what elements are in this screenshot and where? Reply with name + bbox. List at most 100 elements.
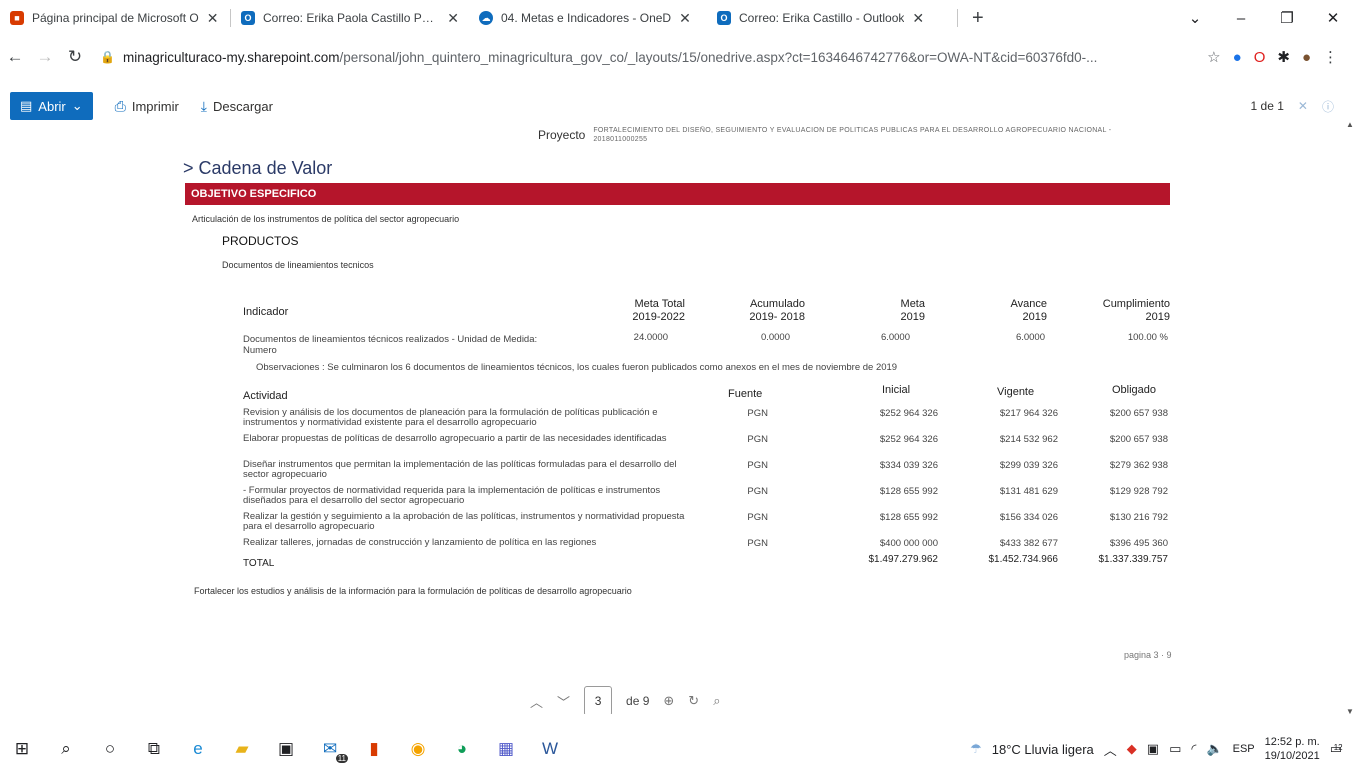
chrome-icon[interactable]: ◕ [440,727,484,771]
section-title: > Cadena de Valor [183,158,333,178]
page-total: de 9 [626,694,650,708]
activity-fuente: PGN [747,486,768,497]
store-icon[interactable]: ▣ [264,727,308,771]
url-field[interactable]: 🔒 minagriculturaco-my.sharepoint.com/per… [90,50,1197,65]
activity-obligado: $130 216 792 [1109,512,1168,523]
bookmark-star-icon[interactable]: ☆ [1207,48,1220,66]
previous-page-icon[interactable]: ︿ [530,692,543,711]
office-icon[interactable]: ▮ [352,727,396,771]
download-button[interactable]: ⤓ Descargar [201,98,273,115]
notifications-icon[interactable]: ▭ 12 [1330,741,1343,757]
outlook-icon: O [241,11,255,25]
activity-vigente: $217 964 326 [999,408,1058,419]
open-button-label: Abrir [38,98,66,114]
minimize-button[interactable]: – [1218,10,1264,27]
avance-value: 6.0000 [1015,332,1045,343]
tab-separator [957,9,958,27]
tab-search-icon[interactable]: ⌄ [1172,9,1218,27]
show-hidden-icons-icon[interactable]: ︿ [1104,740,1117,759]
windows-start-icon[interactable]: ⊞ [0,727,44,771]
products-header: PRODUCTOS [222,234,299,248]
url-path: /personal/john_quintero_minagricultura_g… [339,49,1098,65]
file-explorer-icon[interactable]: ▰ [220,727,264,771]
page-navigator: ︿ ﹀ 3 de 9 ⊕ ↻ ⌕ [530,684,720,714]
mail-icon[interactable]: ✉ 11 [308,727,352,771]
print-button[interactable]: ⎙ Imprimir [115,98,179,115]
extensions-puzzle-icon[interactable]: ✱ [1277,48,1290,66]
profile-avatar-icon[interactable]: ● [1302,49,1311,66]
activity-fuente: PGN [747,434,768,445]
file-icon: ▤ [20,98,33,113]
word-icon[interactable]: W [528,727,572,771]
page-number-input[interactable]: 3 [584,686,613,714]
activity-obligado: $200 657 938 [1109,434,1168,445]
lock-icon[interactable]: 🔒 [100,50,115,64]
windows-taskbar: ⊞ ⌕ ○ ⧉ e ▰ ▣ ✉ 11 ▮ ◉ ◕ ▦ W ☂ 18°C Lluvi… [0,727,1356,771]
tab-outlook-2[interactable]: O Correo: Erika Castillo - Outlook ✕ [707,0,957,36]
tray-app-icon[interactable]: ◆ [1127,741,1137,757]
cortana-icon[interactable]: ○ [88,727,132,771]
close-viewer-icon[interactable]: ✕ [1298,99,1308,113]
tray-app-icon[interactable]: ▣ [1147,741,1159,757]
volume-icon[interactable]: 🔈 [1206,741,1222,757]
rotate-icon[interactable]: ↻ [688,693,699,709]
project-value: FORTALECIMIENTO DEL DISEÑO, SEGUIMIENTO … [593,127,1112,143]
search-icon[interactable]: ⌕ [44,727,88,771]
browser-menu-icon[interactable]: ⋮ [1323,48,1338,66]
new-tab-button[interactable]: + [972,7,984,30]
close-window-button[interactable]: ✕ [1310,9,1356,27]
close-tab-icon[interactable]: ✕ [912,10,924,27]
browser-tab-strip: ■ Página principal de Microsoft O ✕ O Co… [0,0,1356,36]
cumplimiento-header: Cumplimiento 2019 [1102,298,1170,323]
vigente-header: Vigente [997,386,1035,398]
wifi-icon[interactable]: ◜ [1191,741,1196,757]
language-indicator[interactable]: ESP [1233,743,1255,755]
teams-icon[interactable]: ▦ [484,727,528,771]
tab-outlook-1[interactable]: O Correo: Erika Paola Castillo Peral ✕ [231,0,469,36]
reload-button[interactable]: ↻ [60,47,90,67]
activity-vigente: $299 039 326 [999,460,1058,471]
meta-total-header: Meta Total 2019-2022 [632,298,685,323]
download-label: Descargar [213,98,273,114]
edge-icon[interactable]: e [176,727,220,771]
next-page-icon[interactable]: ﹀ [557,692,570,711]
tab-onedrive[interactable]: ☁ 04. Metas e Indicadores - OneD ✕ [469,0,707,36]
open-button[interactable]: ▤ Abrir ⌄ [10,92,93,120]
close-tab-icon[interactable]: ✕ [447,10,459,27]
activity-description: - Formular proyectos de normatividad req… [243,485,661,506]
extension-blue-icon[interactable]: ● [1233,49,1242,66]
scroll-up-icon[interactable]: ▲ [1346,120,1354,129]
total-label: TOTAL [243,558,275,569]
tab-title: Correo: Erika Paola Castillo Peral [263,11,440,25]
info-icon[interactable]: ⓘ [1322,98,1334,115]
clock[interactable]: 12:52 p. m. 19/10/2021 [1265,735,1320,763]
activity-inicial: $252 964 326 [879,434,938,445]
scroll-down-icon[interactable]: ▼ [1346,707,1354,716]
observations-text: Observaciones : Se culminaron los 6 docu… [256,362,898,373]
activity-row: Elaborar propuestas de políticas de desa… [243,434,1183,460]
weather-icon[interactable]: ☂ [970,741,982,757]
restore-button[interactable]: ❐ [1264,9,1310,27]
next-objective-text: Fortalecer los estudios y análisis de la… [194,586,632,596]
tab-title: Página principal de Microsoft O [32,11,199,25]
back-button[interactable]: ← [0,47,30,67]
weather-text[interactable]: 18°C Lluvia ligera [992,742,1094,757]
zoom-in-icon[interactable]: ⊕ [663,693,674,709]
task-view-icon[interactable]: ⧉ [132,727,176,771]
activity-fuente: PGN [747,538,768,549]
forward-button[interactable]: → [30,47,60,67]
close-tab-icon[interactable]: ✕ [207,10,219,27]
close-tab-icon[interactable]: ✕ [679,10,691,27]
page-of-text: 1 de 1 [1250,99,1284,113]
activity-vigente: $156 334 026 [999,512,1058,523]
document-scrollbar[interactable]: ▲ ▼ [1344,116,1356,720]
opera-icon[interactable]: O [1254,49,1266,66]
activity-obligado: $129 928 792 [1109,486,1168,497]
battery-icon[interactable]: ▭ [1169,741,1181,757]
search-icon[interactable]: ⌕ [713,693,720,709]
onedrive-icon: ☁ [479,11,493,25]
tab-office[interactable]: ■ Página principal de Microsoft O ✕ [0,0,230,36]
chrome-canary-icon[interactable]: ◉ [396,727,440,771]
product-text: Documentos de lineamientos tecnicos [222,260,374,270]
objective-header: OBJETIVO ESPECIFICO [191,188,317,200]
